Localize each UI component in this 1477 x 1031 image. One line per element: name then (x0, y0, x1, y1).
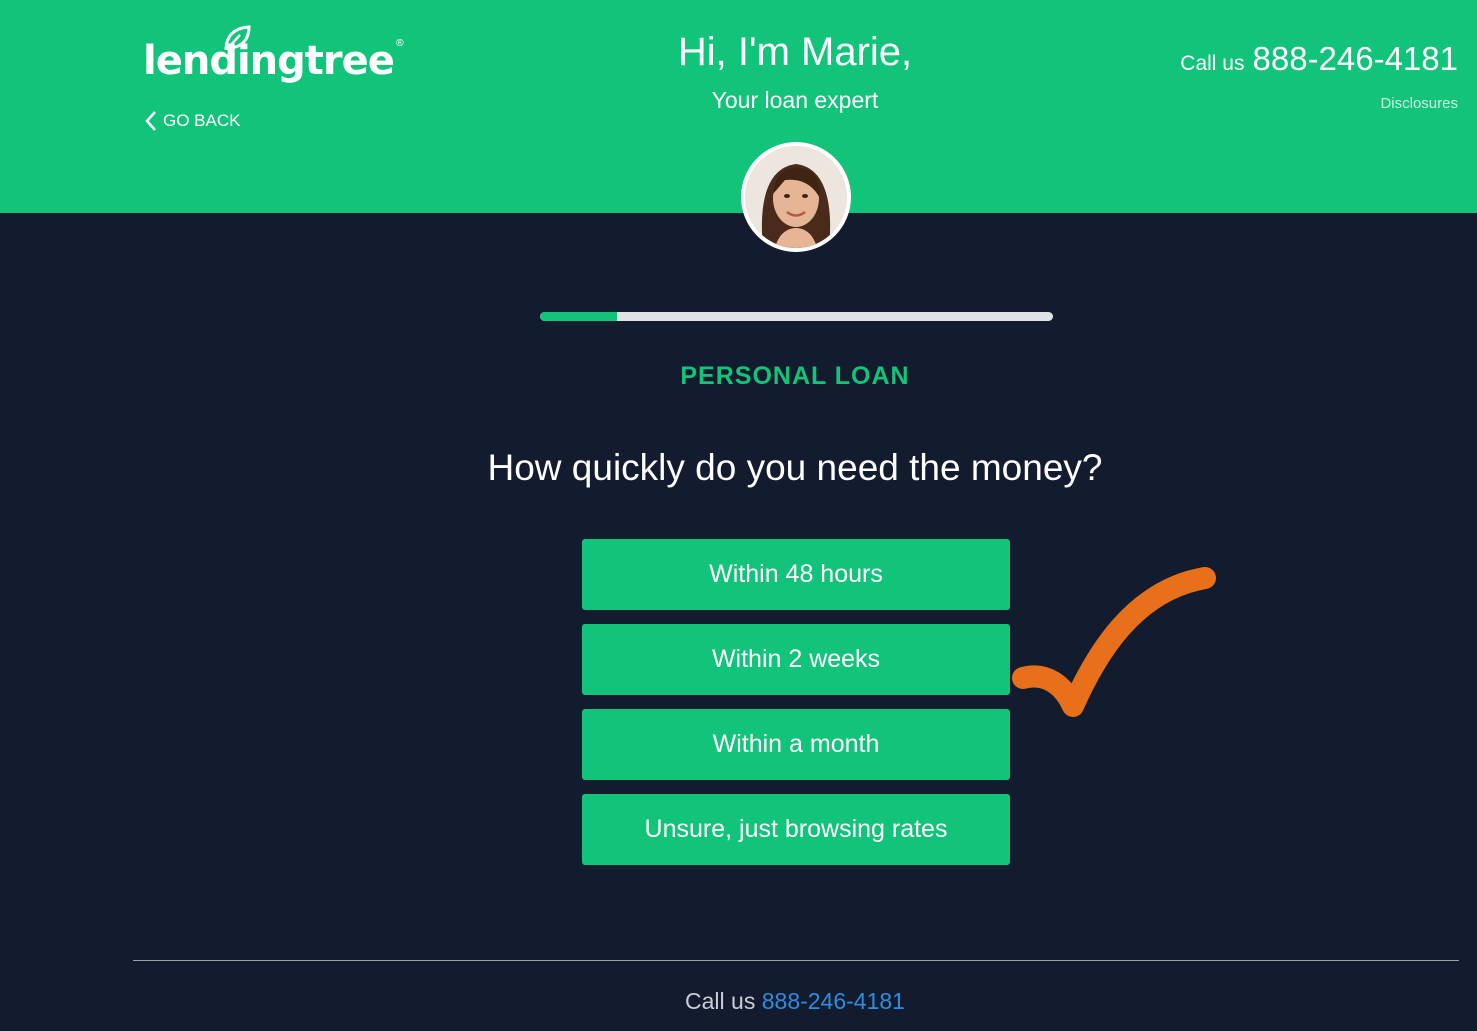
expert-subtitle: Your loan expert (711, 87, 879, 113)
answer-options: Within 48 hours Within 2 weeks Within a … (582, 539, 1010, 879)
option-within-a-month[interactable]: Within a month (582, 709, 1010, 780)
go-back-label: GO BACK (163, 111, 241, 130)
option-unsure-browsing[interactable]: Unsure, just browsing rates (582, 794, 1010, 865)
disclosures-link[interactable]: Disclosures (1380, 95, 1458, 112)
loan-type-label: PERSONAL LOAN (680, 362, 910, 390)
footer-call-label: Call us (685, 988, 756, 1014)
footer-call-us: Call us 888-246-4181 (0, 988, 1477, 1015)
checkmark-annotation-icon (1012, 567, 1216, 717)
expert-portrait (745, 146, 847, 248)
progress-bar (540, 312, 1053, 321)
header-bar: lendingtree® GO BACK Hi, I'm Marie, Your… (0, 0, 1477, 213)
header-call-label: Call us (1180, 52, 1245, 75)
option-within-48-hours[interactable]: Within 48 hours (582, 539, 1010, 610)
header-phone-link[interactable]: 888-246-4181 (1252, 40, 1458, 77)
footer-phone-link[interactable]: 888-246-4181 (762, 988, 905, 1014)
expert-avatar (741, 142, 851, 252)
option-within-2-weeks[interactable]: Within 2 weeks (582, 624, 1010, 695)
footer-divider (133, 960, 1459, 961)
header-call-us: Call us 888-246-4181 (1180, 40, 1458, 78)
question-heading: How quickly do you need the money? (487, 447, 1103, 488)
progress-bar-fill (540, 312, 617, 321)
